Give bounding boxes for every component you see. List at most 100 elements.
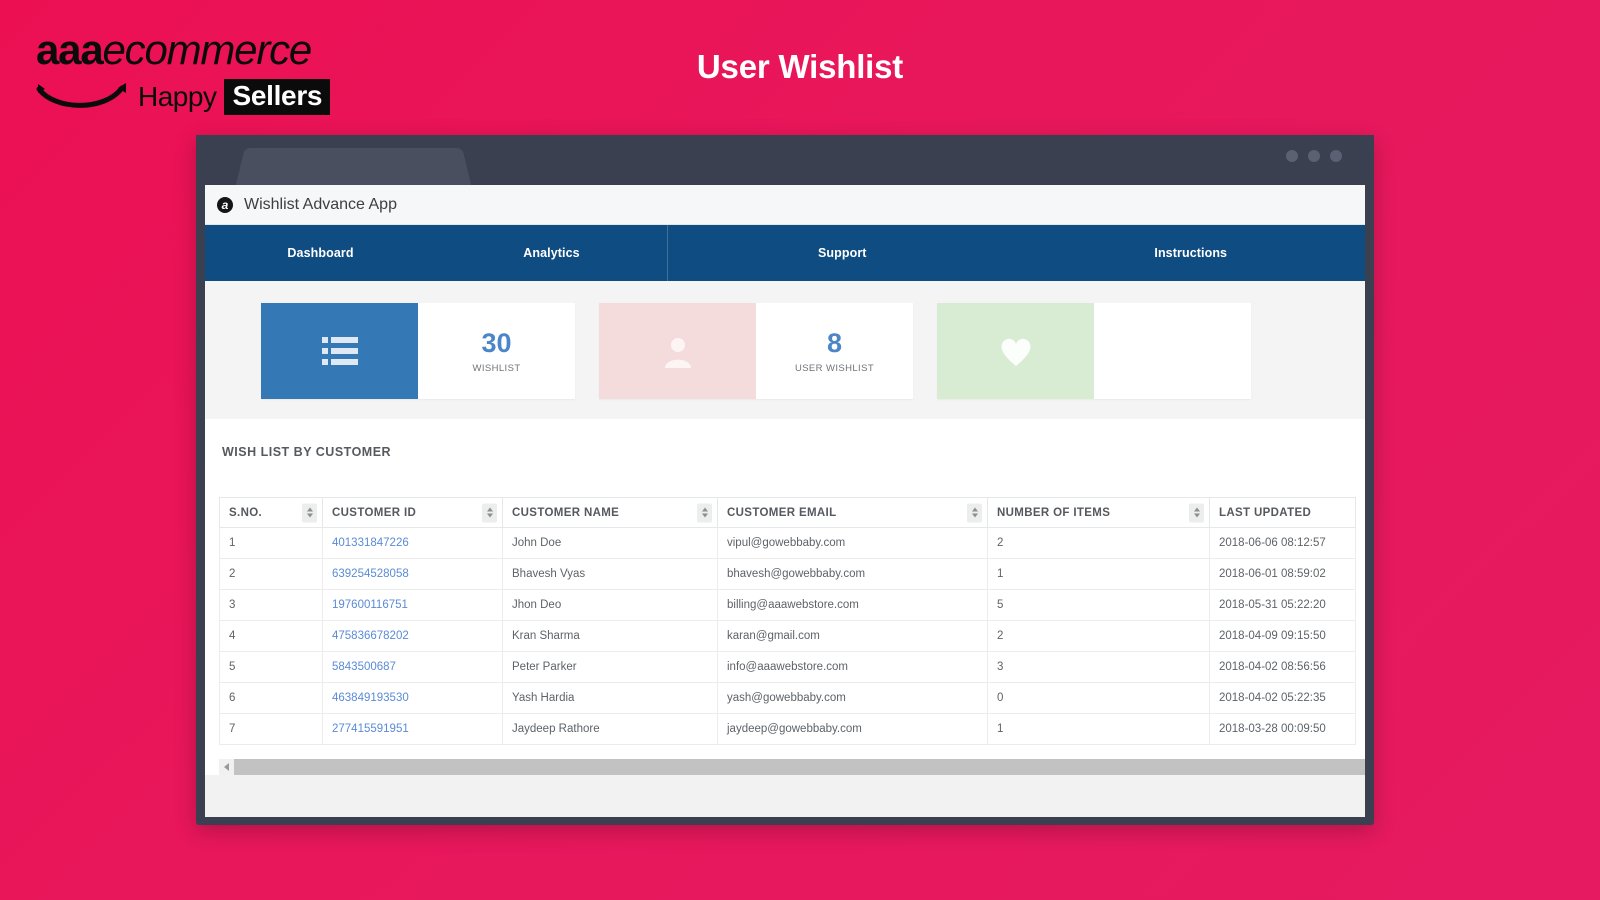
page-title: User Wishlist: [0, 48, 1600, 86]
cell-customer-email: info@aaawebstore.com: [718, 652, 988, 683]
list-icon-glyph: [322, 336, 358, 366]
cell-customer-name: John Doe: [503, 528, 718, 559]
chevron-left-icon[interactable]: [219, 759, 234, 775]
table-row[interactable]: 2 639254528058 Bhavesh Vyas bhavesh@gowe…: [220, 559, 1356, 590]
table-row[interactable]: 5 5843500687 Peter Parker info@aaawebsto…: [220, 652, 1356, 683]
customer-id-link[interactable]: 5843500687: [332, 661, 396, 673]
stat-value-user-wishlist: 8: [827, 328, 842, 358]
scrollbar-thumb[interactable]: [234, 759, 1365, 775]
table-header-row: S.NO. CUSTOMER ID CUSTOMER NAME: [220, 498, 1356, 528]
stat-card-favorites-body: [1094, 303, 1251, 399]
table-row[interactable]: 3 197600116751 Jhon Deo billing@aaawebst…: [220, 590, 1356, 621]
cell-customer-email: bhavesh@gowebbaby.com: [718, 559, 988, 590]
customer-id-link[interactable]: 463849193530: [332, 692, 409, 704]
column-header-number-of-items[interactable]: NUMBER OF ITEMS: [988, 498, 1210, 528]
customer-id-link[interactable]: 277415591951: [332, 723, 409, 735]
window-controls: [1286, 150, 1342, 162]
cell-sno: 2: [220, 559, 323, 590]
stat-label-wishlist: WISHLIST: [472, 363, 520, 374]
content-footer: [205, 775, 1365, 817]
stat-cards: 30 WISHLIST 8 USER WISHLIST: [205, 281, 1365, 419]
customer-id-link[interactable]: 197600116751: [332, 599, 408, 611]
cell-number-of-items: 3: [988, 652, 1210, 683]
cell-customer-id: 401331847226: [323, 528, 503, 559]
sort-icon-customer-id[interactable]: [482, 503, 497, 522]
customer-id-link[interactable]: 475836678202: [332, 630, 409, 642]
cell-customer-id: 463849193530: [323, 683, 503, 714]
wishlist-table-section: WISH LIST BY CUSTOMER S.NO.: [205, 419, 1365, 775]
column-label-customer-name: CUSTOMER NAME: [512, 507, 619, 519]
customer-id-link[interactable]: 401331847226: [332, 537, 409, 549]
cell-customer-id: 277415591951: [323, 714, 503, 745]
customer-id-link[interactable]: 639254528058: [332, 568, 409, 580]
cell-customer-email: karan@gmail.com: [718, 621, 988, 652]
window-dot-3[interactable]: [1330, 150, 1342, 162]
cell-customer-name: Yash Hardia: [503, 683, 718, 714]
app-content: 30 WISHLIST 8 USER WISHLIST: [205, 281, 1365, 817]
cell-customer-email: billing@aaawebstore.com: [718, 590, 988, 621]
nav-group-primary: Dashboard Analytics: [205, 225, 667, 281]
main-nav: Dashboard Analytics Support Instructions: [205, 225, 1365, 281]
column-header-customer-email[interactable]: CUSTOMER EMAIL: [718, 498, 988, 528]
column-label-sno: S.NO.: [229, 507, 262, 519]
nav-item-instructions[interactable]: Instructions: [1017, 225, 1366, 281]
cell-customer-name: Jhon Deo: [503, 590, 718, 621]
cell-last-updated: 2018-06-06 08:12:57: [1210, 528, 1356, 559]
column-label-last-updated: LAST UPDATED: [1219, 507, 1311, 519]
browser-titlebar: [196, 135, 1374, 185]
cell-customer-id: 475836678202: [323, 621, 503, 652]
cell-last-updated: 2018-04-02 08:56:56: [1210, 652, 1356, 683]
sort-icon-sno[interactable]: [302, 503, 317, 522]
cell-last-updated: 2018-04-09 09:15:50: [1210, 621, 1356, 652]
cell-last-updated: 2018-05-31 05:22:20: [1210, 590, 1356, 621]
sort-icon-number-of-items[interactable]: [1189, 503, 1204, 522]
cell-number-of-items: 1: [988, 559, 1210, 590]
browser-viewport: a Wishlist Advance App Dashboard Analyti…: [205, 185, 1365, 817]
cell-customer-id: 5843500687: [323, 652, 503, 683]
browser-tab[interactable]: [236, 148, 471, 185]
nav-item-dashboard[interactable]: Dashboard: [205, 225, 436, 281]
cell-sno: 6: [220, 683, 323, 714]
heart-icon: [937, 303, 1094, 399]
cell-customer-name: Peter Parker: [503, 652, 718, 683]
cell-sno: 4: [220, 621, 323, 652]
sort-icon-customer-email[interactable]: [967, 503, 982, 522]
cell-sno: 7: [220, 714, 323, 745]
table-row[interactable]: 6 463849193530 Yash Hardia yash@gowebbab…: [220, 683, 1356, 714]
cell-last-updated: 2018-04-02 05:22:35: [1210, 683, 1356, 714]
stat-card-user-wishlist[interactable]: 8 USER WISHLIST: [599, 303, 913, 399]
window-dot-2[interactable]: [1308, 150, 1320, 162]
stat-card-wishlist[interactable]: 30 WISHLIST: [261, 303, 575, 399]
cell-last-updated: 2018-06-01 08:59:02: [1210, 559, 1356, 590]
window-dot-1[interactable]: [1286, 150, 1298, 162]
cell-number-of-items: 0: [988, 683, 1210, 714]
user-icon-glyph: [661, 334, 695, 368]
cell-sno: 5: [220, 652, 323, 683]
list-icon: [261, 303, 418, 399]
sort-icon-customer-name[interactable]: [697, 503, 712, 522]
table-row[interactable]: 4 475836678202 Kran Sharma karan@gmail.c…: [220, 621, 1356, 652]
horizontal-scrollbar[interactable]: [219, 759, 1365, 775]
cell-number-of-items: 2: [988, 621, 1210, 652]
column-header-last-updated[interactable]: LAST UPDATED: [1210, 498, 1356, 528]
stat-label-user-wishlist: USER WISHLIST: [795, 363, 874, 374]
column-label-customer-id: CUSTOMER ID: [332, 507, 416, 519]
column-label-customer-email: CUSTOMER EMAIL: [727, 507, 836, 519]
column-header-sno[interactable]: S.NO.: [220, 498, 323, 528]
column-label-number-of-items: NUMBER OF ITEMS: [997, 507, 1110, 519]
table-row[interactable]: 1 401331847226 John Doe vipul@gowebbaby.…: [220, 528, 1356, 559]
table-row[interactable]: 7 277415591951 Jaydeep Rathore jaydeep@g…: [220, 714, 1356, 745]
cell-customer-email: vipul@gowebbaby.com: [718, 528, 988, 559]
column-header-customer-id[interactable]: CUSTOMER ID: [323, 498, 503, 528]
cell-customer-id: 197600116751: [323, 590, 503, 621]
user-icon: [599, 303, 756, 399]
nav-item-analytics[interactable]: Analytics: [436, 225, 667, 281]
column-header-customer-name[interactable]: CUSTOMER NAME: [503, 498, 718, 528]
table-body: 1 401331847226 John Doe vipul@gowebbaby.…: [220, 528, 1356, 745]
cell-number-of-items: 5: [988, 590, 1210, 621]
nav-item-support[interactable]: Support: [668, 225, 1017, 281]
wishlist-table: S.NO. CUSTOMER ID CUSTOMER NAME: [219, 497, 1356, 745]
stat-card-favorites[interactable]: [937, 303, 1251, 399]
aaa-logo-icon: a: [217, 197, 233, 213]
nav-group-secondary: Support Instructions: [667, 225, 1365, 281]
